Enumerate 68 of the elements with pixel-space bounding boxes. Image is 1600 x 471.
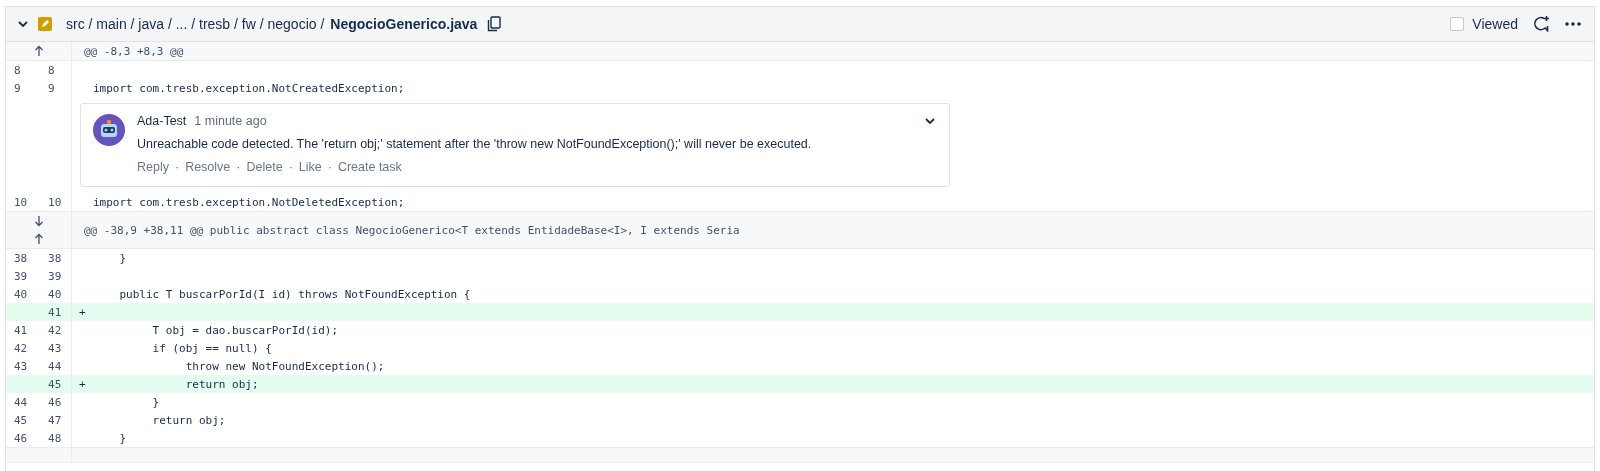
line-number: 46 bbox=[14, 431, 28, 445]
arrow-down-icon bbox=[33, 215, 44, 227]
collapse-button[interactable] bbox=[925, 118, 935, 125]
code-line: return obj; bbox=[151, 412, 226, 429]
hunk-header: @@ -8,3 +8,3 @@ bbox=[83, 43, 184, 60]
line-number: 10 bbox=[14, 195, 28, 209]
line-number: 41 bbox=[14, 323, 28, 337]
copy-icon[interactable] bbox=[487, 16, 502, 32]
code-line: if (obj == null) { bbox=[151, 340, 272, 357]
add-comment-icon[interactable] bbox=[1532, 15, 1550, 33]
arrow-up-icon bbox=[33, 45, 44, 57]
line-number: 40 bbox=[14, 287, 28, 301]
line-number: 43 bbox=[14, 359, 28, 373]
viewed-checkbox[interactable]: Viewed bbox=[1450, 16, 1518, 32]
code-line: } bbox=[151, 394, 160, 411]
separator-dot: · bbox=[236, 160, 241, 174]
line-number: 46 bbox=[48, 395, 62, 409]
file-name: NegocioGenerico.java bbox=[330, 16, 478, 32]
comment-action-link[interactable]: Create task bbox=[337, 160, 402, 174]
line-number: 42 bbox=[48, 323, 62, 337]
file-path-text: src / main / java / ... / tresb / fw / negocio / bbox=[66, 16, 325, 32]
line-number: 10 bbox=[48, 195, 62, 209]
line-number: 44 bbox=[14, 395, 28, 409]
separator-dot: · bbox=[327, 160, 332, 174]
comment-author: Ada-Test bbox=[137, 114, 187, 128]
line-number: 8 bbox=[48, 63, 55, 77]
comment-action-link[interactable]: Like bbox=[298, 160, 322, 174]
code-line: public T buscarPorId(I id) throws NotFoundException { bbox=[118, 286, 471, 303]
line-number: 45 bbox=[14, 413, 28, 427]
line-number: 45 bbox=[48, 377, 62, 391]
line-number: 9 bbox=[48, 81, 55, 95]
line-number: 38 bbox=[48, 251, 62, 265]
code-line: return obj; bbox=[184, 376, 259, 393]
edited-file-icon bbox=[38, 17, 52, 31]
line-number: 9 bbox=[14, 81, 21, 95]
line-number: 39 bbox=[14, 269, 28, 283]
line-number: 43 bbox=[48, 341, 62, 355]
line-number: 41 bbox=[48, 305, 62, 319]
chevron-icon bbox=[18, 20, 28, 28]
code-line: import com.tresb.exception.NotDeletedException; bbox=[93, 194, 405, 211]
line-number: 47 bbox=[48, 413, 62, 427]
comment-action-link[interactable]: Resolve bbox=[185, 160, 231, 174]
hunk-header: @@ -38,9 +38,11 @@ public abstract class NegocioGenerico<T extends EntidadeBase<I>, I extends Seria bbox=[83, 222, 740, 239]
line-number: 8 bbox=[14, 63, 21, 77]
line-number: 39 bbox=[48, 269, 62, 283]
added-sign: + bbox=[79, 377, 86, 391]
line-number: 42 bbox=[14, 341, 28, 355]
comment-action-link[interactable]: Delete bbox=[246, 160, 283, 174]
line-number: 38 bbox=[14, 251, 28, 265]
more-icon[interactable] bbox=[1564, 21, 1582, 27]
line-number: 40 bbox=[48, 287, 62, 301]
code-line: throw new NotFoundException(); bbox=[184, 358, 385, 375]
collapse-file-button[interactable] bbox=[18, 20, 28, 28]
line-number: 44 bbox=[48, 359, 62, 373]
code-line: } bbox=[118, 430, 127, 447]
robot-avatar bbox=[93, 114, 125, 146]
comment-text: Unreachable code detected. The 'return obj;' statement after the 'throw new NotFoundException();' will never be executed. bbox=[137, 137, 812, 151]
chevron-icon bbox=[925, 118, 935, 125]
comment-action-link[interactable]: Reply bbox=[137, 160, 169, 174]
arrow-up-icon bbox=[33, 233, 44, 245]
code-line: } bbox=[118, 250, 127, 267]
separator-dot: · bbox=[288, 160, 293, 174]
separator-dot: · bbox=[174, 160, 180, 174]
line-number: 48 bbox=[48, 431, 62, 445]
added-sign: + bbox=[79, 305, 86, 319]
comment-time: 1 minute ago bbox=[194, 114, 267, 128]
code-line: import com.tresb.exception.NotCreatedException; bbox=[93, 80, 405, 97]
code-line: T obj = dao.buscarPorId(id); bbox=[151, 322, 339, 339]
